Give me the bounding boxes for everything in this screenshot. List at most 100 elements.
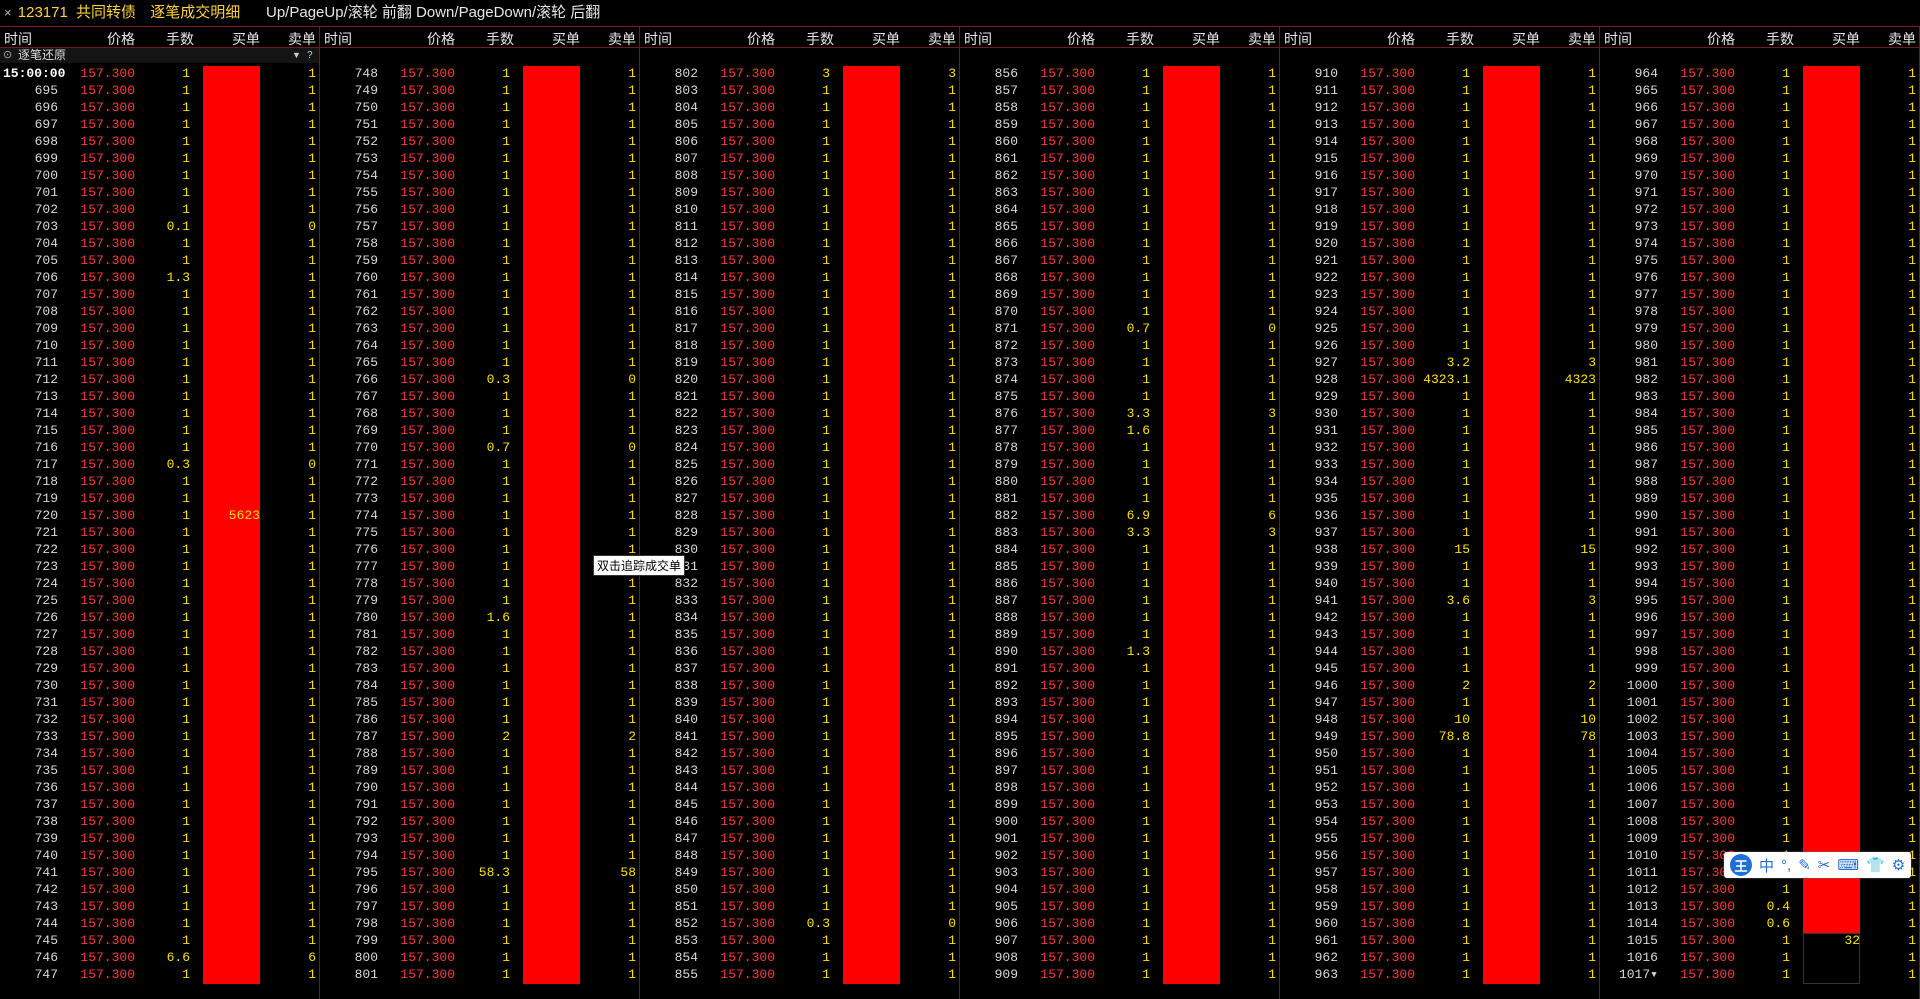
table-row[interactable]: 896 157.300 1 1 bbox=[960, 745, 1279, 762]
table-row[interactable]: 750 157.300 1 1 bbox=[320, 99, 639, 116]
header-qty[interactable]: 手数 bbox=[1126, 29, 1154, 49]
table-row[interactable]: 853 157.300 1 1 bbox=[640, 932, 959, 949]
table-row[interactable]: 956 157.300 1 1 bbox=[1280, 847, 1599, 864]
table-row[interactable]: 1012 157.300 1 1 bbox=[1600, 881, 1919, 898]
table-row[interactable]: 918 157.300 1 1 bbox=[1280, 201, 1599, 218]
table-row[interactable]: 843 157.300 1 1 bbox=[640, 762, 959, 779]
table-row[interactable]: 911 157.300 1 1 bbox=[1280, 82, 1599, 99]
table-row[interactable]: 839 157.300 1 1 bbox=[640, 694, 959, 711]
table-row[interactable]: 697 157.300 1 1 bbox=[0, 116, 319, 133]
table-row[interactable]: 913 157.300 1 1 bbox=[1280, 116, 1599, 133]
header-price[interactable]: 价格 bbox=[1067, 29, 1095, 49]
table-row[interactable]: 728 157.300 1 1 bbox=[0, 643, 319, 660]
table-row[interactable]: 875 157.300 1 1 bbox=[960, 388, 1279, 405]
table-row[interactable]: 879 157.300 1 1 bbox=[960, 456, 1279, 473]
table-row[interactable]: 726 157.300 1 1 bbox=[0, 609, 319, 626]
table-row[interactable]: 976 157.300 1 1 bbox=[1600, 269, 1919, 286]
table-row[interactable]: 708 157.300 1 1 bbox=[0, 303, 319, 320]
table-row[interactable]: 869 157.300 1 1 bbox=[960, 286, 1279, 303]
table-row[interactable]: 722 157.300 1 1 bbox=[0, 541, 319, 558]
table-row[interactable]: 791 157.300 1 1 bbox=[320, 796, 639, 813]
table-row[interactable]: 997 157.300 1 1 bbox=[1600, 626, 1919, 643]
table-row[interactable]: 786 157.300 1 1 bbox=[320, 711, 639, 728]
table-row[interactable]: 831 157.300 1 1 bbox=[640, 558, 959, 575]
table-row[interactable]: 15:00:00 157.300 1 1 bbox=[0, 65, 319, 82]
table-row[interactable]: 884 157.300 1 1 bbox=[960, 541, 1279, 558]
table-row[interactable]: 704 157.300 1 1 bbox=[0, 235, 319, 252]
table-row[interactable]: 755 157.300 1 1 bbox=[320, 184, 639, 201]
header-time[interactable]: 时间 bbox=[644, 29, 672, 49]
table-row[interactable]: 837 157.300 1 1 bbox=[640, 660, 959, 677]
table-row[interactable]: 1014 157.300 0.6 1 bbox=[1600, 915, 1919, 932]
table-row[interactable]: 770 157.300 0.7 0 bbox=[320, 439, 639, 456]
table-row[interactable]: 752 157.300 1 1 bbox=[320, 133, 639, 150]
table-row[interactable]: 732 157.300 1 1 bbox=[0, 711, 319, 728]
table-row[interactable]: 868 157.300 1 1 bbox=[960, 269, 1279, 286]
table-row[interactable]: 876 157.300 3.3 3 bbox=[960, 405, 1279, 422]
table-row[interactable]: 957 157.300 1 1 bbox=[1280, 864, 1599, 881]
table-row[interactable]: 893 157.300 1 1 bbox=[960, 694, 1279, 711]
table-row[interactable]: 867 157.300 1 1 bbox=[960, 252, 1279, 269]
table-row[interactable]: 737 157.300 1 1 bbox=[0, 796, 319, 813]
table-row[interactable]: 906 157.300 1 1 bbox=[960, 915, 1279, 932]
table-row[interactable]: 931 157.300 1 1 bbox=[1280, 422, 1599, 439]
table-row[interactable]: 874 157.300 1 1 bbox=[960, 371, 1279, 388]
header-time[interactable]: 时间 bbox=[4, 29, 32, 49]
table-row[interactable]: 725 157.300 1 1 bbox=[0, 592, 319, 609]
table-row[interactable]: 1016 157.300 1 1 bbox=[1600, 949, 1919, 966]
table-row[interactable]: 901 157.300 1 1 bbox=[960, 830, 1279, 847]
table-row[interactable]: 975 157.300 1 1 bbox=[1600, 252, 1919, 269]
filter-bar[interactable]: ⊙ 逐笔还原 ▼? bbox=[0, 48, 319, 63]
ime-handwrite-icon[interactable]: ✎ bbox=[1798, 856, 1811, 874]
table-row[interactable]: 886 157.300 1 1 bbox=[960, 575, 1279, 592]
table-row[interactable]: 991 157.300 1 1 bbox=[1600, 524, 1919, 541]
table-row[interactable]: 895 157.300 1 1 bbox=[960, 728, 1279, 745]
table-row[interactable]: 848 157.300 1 1 bbox=[640, 847, 959, 864]
table-row[interactable]: 733 157.300 1 1 bbox=[0, 728, 319, 745]
table-row[interactable]: 885 157.300 1 1 bbox=[960, 558, 1279, 575]
table-row[interactable]: 892 157.300 1 1 bbox=[960, 677, 1279, 694]
table-row[interactable]: 756 157.300 1 1 bbox=[320, 201, 639, 218]
table-row[interactable]: 916 157.300 1 1 bbox=[1280, 167, 1599, 184]
table-row[interactable]: 812 157.300 1 1 bbox=[640, 235, 959, 252]
table-row[interactable]: 1000 157.300 1 1 bbox=[1600, 677, 1919, 694]
table-row[interactable]: 966 157.300 1 1 bbox=[1600, 99, 1919, 116]
table-row[interactable]: 936 157.300 1 1 bbox=[1280, 507, 1599, 524]
table-row[interactable]: 760 157.300 1 1 bbox=[320, 269, 639, 286]
table-row[interactable]: 881 157.300 1 1 bbox=[960, 490, 1279, 507]
header-sell[interactable]: 卖单 bbox=[1248, 29, 1276, 49]
table-row[interactable]: 735 157.300 1 1 bbox=[0, 762, 319, 779]
table-row[interactable]: 1001 157.300 1 1 bbox=[1600, 694, 1919, 711]
table-row[interactable]: 900 157.300 1 1 bbox=[960, 813, 1279, 830]
header-sell[interactable]: 卖单 bbox=[1568, 29, 1596, 49]
table-row[interactable]: 795 157.300 58.3 58 bbox=[320, 864, 639, 881]
table-row[interactable]: 828 157.300 1 1 bbox=[640, 507, 959, 524]
table-row[interactable]: 824 157.300 1 1 bbox=[640, 439, 959, 456]
table-row[interactable]: 905 157.300 1 1 bbox=[960, 898, 1279, 915]
table-row[interactable]: 872 157.300 1 1 bbox=[960, 337, 1279, 354]
ime-chinese-mode-icon[interactable]: 中 bbox=[1759, 855, 1774, 876]
header-sell[interactable]: 卖单 bbox=[288, 29, 316, 49]
table-row[interactable]: 864 157.300 1 1 bbox=[960, 201, 1279, 218]
table-row[interactable]: 988 157.300 1 1 bbox=[1600, 473, 1919, 490]
table-row[interactable]: 898 157.300 1 1 bbox=[960, 779, 1279, 796]
table-row[interactable]: 759 157.300 1 1 bbox=[320, 252, 639, 269]
table-row[interactable]: 767 157.300 1 1 bbox=[320, 388, 639, 405]
table-row[interactable]: 810 157.300 1 1 bbox=[640, 201, 959, 218]
header-time[interactable]: 时间 bbox=[324, 29, 352, 49]
table-row[interactable]: 943 157.300 1 1 bbox=[1280, 626, 1599, 643]
table-row[interactable]: 740 157.300 1 1 bbox=[0, 847, 319, 864]
header-buy[interactable]: 买单 bbox=[1192, 29, 1220, 49]
table-row[interactable]: 717 157.300 0.3 0 bbox=[0, 456, 319, 473]
table-row[interactable]: 854 157.300 1 1 bbox=[640, 949, 959, 966]
table-row[interactable]: 923 157.300 1 1 bbox=[1280, 286, 1599, 303]
table-row[interactable]: 808 157.300 1 1 bbox=[640, 167, 959, 184]
table-row[interactable]: 887 157.300 1 1 bbox=[960, 592, 1279, 609]
table-row[interactable]: 699 157.300 1 1 bbox=[0, 150, 319, 167]
table-row[interactable]: 771 157.300 1 1 bbox=[320, 456, 639, 473]
table-row[interactable]: 973 157.300 1 1 bbox=[1600, 218, 1919, 235]
table-row[interactable]: 852 157.300 0.3 0 bbox=[640, 915, 959, 932]
table-row[interactable]: 811 157.300 1 1 bbox=[640, 218, 959, 235]
table-row[interactable]: 959 157.300 1 1 bbox=[1280, 898, 1599, 915]
table-row[interactable]: 926 157.300 1 1 bbox=[1280, 337, 1599, 354]
